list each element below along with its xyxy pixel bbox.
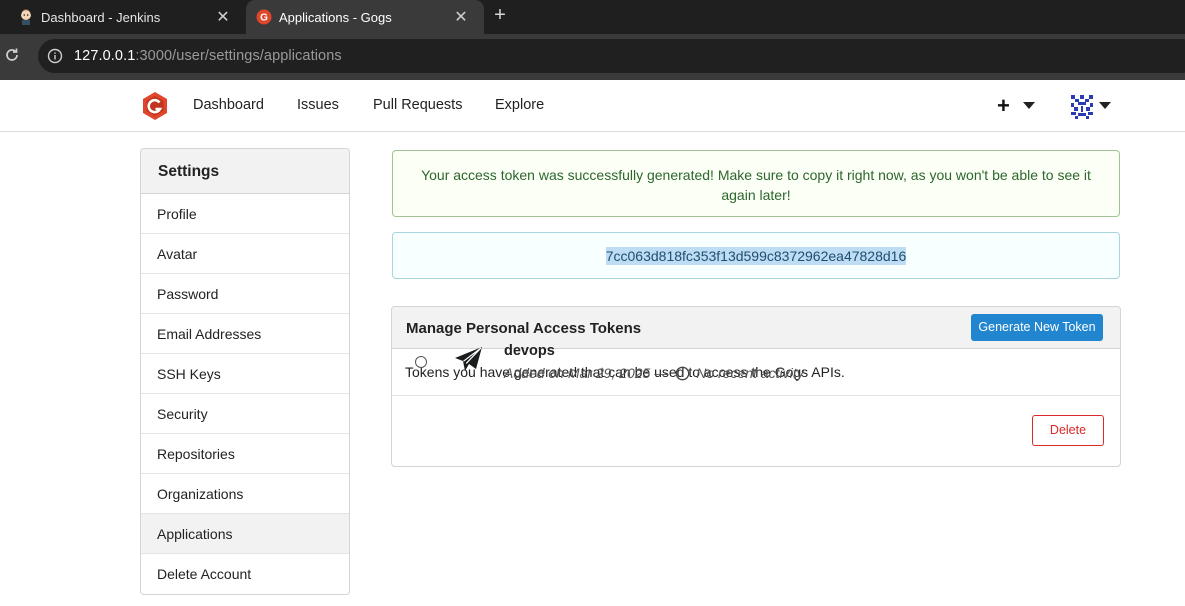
close-icon[interactable]: ✕: [450, 7, 472, 27]
token-added-date: Added on Mar 29, 2025 —: [504, 365, 669, 381]
sidebar-heading: Settings: [141, 149, 349, 194]
gogs-logo-icon[interactable]: [141, 91, 169, 121]
nav-issues[interactable]: Issues: [297, 97, 339, 113]
token-status-icon: [415, 356, 427, 368]
access-token-value[interactable]: 7cc063d818fc353f13d599c8372962ea47828d16: [605, 247, 907, 265]
tokens-panel: Manage Personal Access Tokens Generate N…: [391, 306, 1121, 467]
success-message: Your access token was successfully gener…: [392, 150, 1120, 217]
top-navbar: Dashboard Issues Pull Requests Explore +: [0, 80, 1185, 132]
settings-sidebar: Settings Profile Avatar Password Email A…: [140, 148, 350, 595]
svg-text:G: G: [260, 13, 268, 24]
token-name: devops: [504, 343, 555, 359]
tab-gogs[interactable]: G Applications - Gogs ✕: [246, 0, 484, 34]
token-meta: Added on Mar 29, 2025 — No recent activi…: [504, 365, 804, 381]
sidebar-item-avatar[interactable]: Avatar: [141, 234, 349, 274]
avatar[interactable]: [1069, 93, 1095, 119]
sidebar-item-ssh-keys[interactable]: SSH Keys: [141, 354, 349, 394]
nav-explore[interactable]: Explore: [495, 97, 544, 113]
sidebar-item-profile[interactable]: Profile: [141, 194, 349, 234]
tab-title: Applications - Gogs: [279, 9, 392, 25]
generate-new-token-button[interactable]: Generate New Token: [971, 314, 1103, 341]
jenkins-icon: [18, 9, 34, 25]
token-activity: No recent activity: [696, 365, 804, 381]
chevron-down-icon[interactable]: [1023, 102, 1035, 109]
sidebar-item-applications[interactable]: Applications: [141, 514, 349, 554]
tab-title: Dashboard - Jenkins: [41, 9, 161, 25]
panel-title: Manage Personal Access Tokens: [406, 320, 642, 337]
gogs-favicon-icon: G: [256, 9, 272, 25]
sidebar-item-security[interactable]: Security: [141, 394, 349, 434]
address-bar: 127.0.0.1:3000/user/settings/application…: [0, 34, 1185, 80]
url-field[interactable]: 127.0.0.1:3000/user/settings/application…: [38, 39, 1185, 73]
site-info-icon[interactable]: [47, 48, 63, 64]
panel-header: Manage Personal Access Tokens Generate N…: [392, 307, 1120, 349]
browser-tab-bar: Dashboard - Jenkins ✕ G Applications - G…: [0, 0, 1185, 34]
tab-jenkins[interactable]: Dashboard - Jenkins ✕: [0, 0, 246, 34]
reload-icon[interactable]: [2, 47, 22, 67]
sidebar-item-organizations[interactable]: Organizations: [141, 474, 349, 514]
sidebar-item-delete-account[interactable]: Delete Account: [141, 554, 349, 594]
token-message: 7cc063d818fc353f13d599c8372962ea47828d16: [392, 232, 1120, 279]
sidebar-item-repositories[interactable]: Repositories: [141, 434, 349, 474]
url-text: 127.0.0.1:3000/user/settings/application…: [74, 48, 342, 64]
sidebar-item-password[interactable]: Password: [141, 274, 349, 314]
new-tab-icon[interactable]: +: [488, 3, 512, 27]
close-icon[interactable]: ✕: [212, 7, 234, 27]
send-icon: [455, 347, 482, 371]
info-icon: [675, 366, 690, 380]
plus-icon[interactable]: +: [997, 93, 1010, 119]
chevron-down-icon[interactable]: [1099, 102, 1111, 109]
nav-pull-requests[interactable]: Pull Requests: [373, 97, 462, 113]
delete-token-button[interactable]: Delete: [1032, 415, 1104, 446]
nav-dashboard[interactable]: Dashboard: [193, 97, 264, 113]
sidebar-item-email-addresses[interactable]: Email Addresses: [141, 314, 349, 354]
